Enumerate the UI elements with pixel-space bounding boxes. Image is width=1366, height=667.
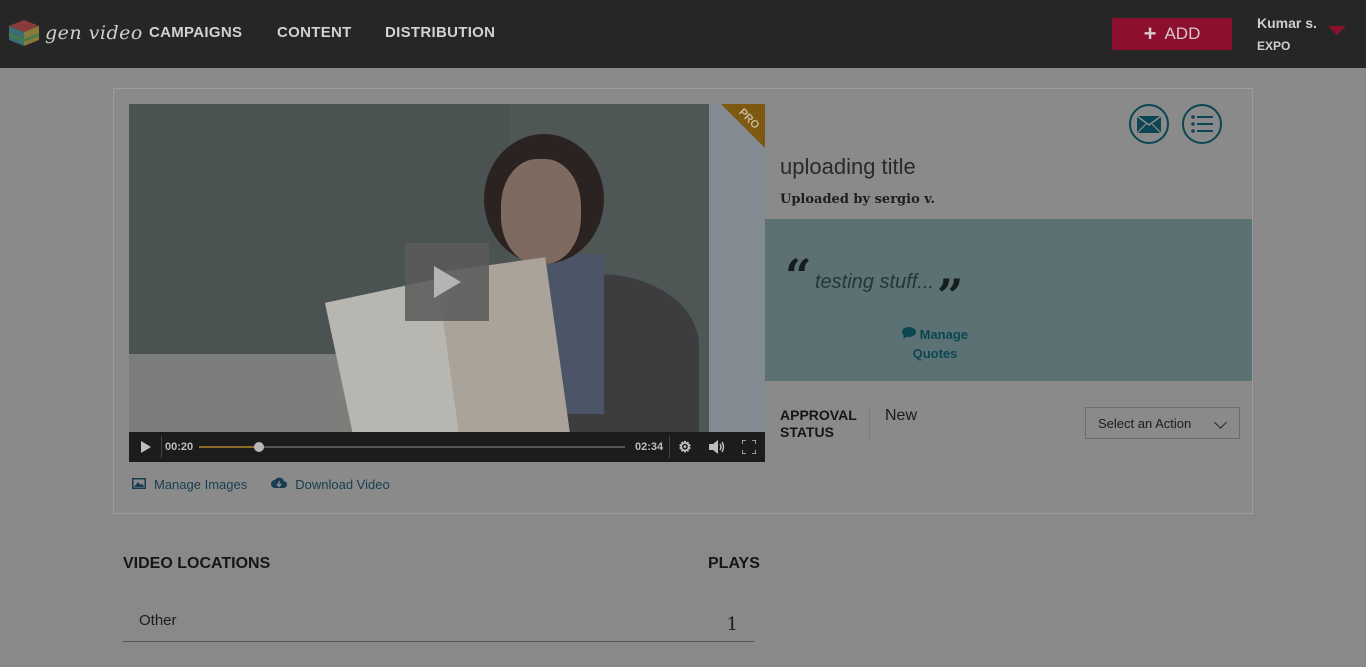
seek-bar[interactable] xyxy=(199,442,625,452)
video-locations-header: VIDEO LOCATIONS xyxy=(123,555,271,572)
approval-divider xyxy=(869,406,870,440)
quote-box: “ testing stuff... ” Manage Quotes xyxy=(765,219,1252,381)
image-icon xyxy=(132,477,146,492)
manage-images-link[interactable]: Manage Images xyxy=(132,477,247,492)
manage-quotes-label: Manage Quotes xyxy=(912,327,969,361)
action-select-value: Select an Action xyxy=(1098,415,1192,431)
add-label: ADD xyxy=(1164,24,1201,43)
logo-icon xyxy=(9,20,39,46)
current-time: 00:20 xyxy=(165,441,194,453)
chevron-down-icon xyxy=(1214,416,1227,429)
settings-gear-icon[interactable]: ⚙ xyxy=(675,432,695,462)
pro-badge-text: PRO xyxy=(736,106,762,132)
plus-icon: + xyxy=(1143,21,1157,46)
email-button[interactable] xyxy=(1129,104,1169,144)
plays-header: PLAYS xyxy=(708,555,760,572)
video-title: uploading title xyxy=(780,154,916,179)
volume-svg xyxy=(709,440,725,454)
video-links: Manage Images Download Video xyxy=(132,477,414,492)
list-icon xyxy=(1191,115,1213,133)
download-video-label: Download Video xyxy=(295,477,390,492)
download-video-link[interactable]: Download Video xyxy=(271,477,390,492)
table-row: Other 1 xyxy=(123,604,754,642)
list-button[interactable] xyxy=(1182,104,1222,144)
seek-bar-fill xyxy=(199,446,259,448)
quote-open-mark: “ xyxy=(785,249,812,303)
manage-images-label: Manage Images xyxy=(154,477,248,492)
fullscreen-svg xyxy=(742,440,756,454)
volume-icon[interactable] xyxy=(707,432,729,462)
video-frame-person-face xyxy=(501,159,581,264)
envelope-icon xyxy=(1137,115,1161,133)
big-play-button[interactable] xyxy=(405,243,489,321)
video-controls: 00:20 02:34 ⚙ xyxy=(129,432,765,462)
user-name: Kumar s. xyxy=(1257,15,1317,31)
top-nav-bar: gen video CAMPAIGNS CONTENT DISTRIBUTION… xyxy=(0,0,1366,68)
pro-badge: PRO xyxy=(721,104,765,148)
uploaded-by: Uploaded by sergio v. xyxy=(780,192,936,207)
nav-campaigns[interactable]: CAMPAIGNS xyxy=(149,24,242,41)
total-time: 02:34 xyxy=(635,441,664,453)
add-button[interactable]: + ADD xyxy=(1112,18,1232,50)
user-org: EXPO xyxy=(1257,39,1291,53)
controls-divider xyxy=(161,436,162,458)
play-icon[interactable] xyxy=(133,432,159,462)
video-frame-window xyxy=(709,104,765,434)
speech-bubble-icon xyxy=(901,327,920,342)
controls-divider xyxy=(669,436,670,458)
quote-close-mark: ” xyxy=(937,269,964,323)
logo[interactable]: gen video xyxy=(9,20,143,46)
seek-bar-handle[interactable] xyxy=(253,442,264,452)
manage-quotes-link[interactable]: Manage Quotes xyxy=(890,325,980,363)
fullscreen-icon[interactable] xyxy=(739,432,759,462)
quote-text: testing stuff... xyxy=(815,271,934,293)
approval-status-value: New xyxy=(885,407,918,424)
location-name: Other xyxy=(139,612,177,629)
action-select[interactable]: Select an Action xyxy=(1085,407,1240,439)
nav-distribution[interactable]: DISTRIBUTION xyxy=(385,24,495,41)
user-menu-caret-icon[interactable] xyxy=(1328,26,1346,35)
nav-content[interactable]: CONTENT xyxy=(277,24,352,41)
cloud-download-icon xyxy=(271,477,288,492)
logo-text: gen video xyxy=(45,22,143,44)
user-menu[interactable]: Kumar s. EXPO xyxy=(1257,15,1317,53)
location-plays: 1 xyxy=(726,614,738,635)
approval-status-label: APPROVAL STATUS xyxy=(780,407,857,440)
video-player[interactable]: PRO 00:20 02:34 ⚙ xyxy=(129,104,765,462)
